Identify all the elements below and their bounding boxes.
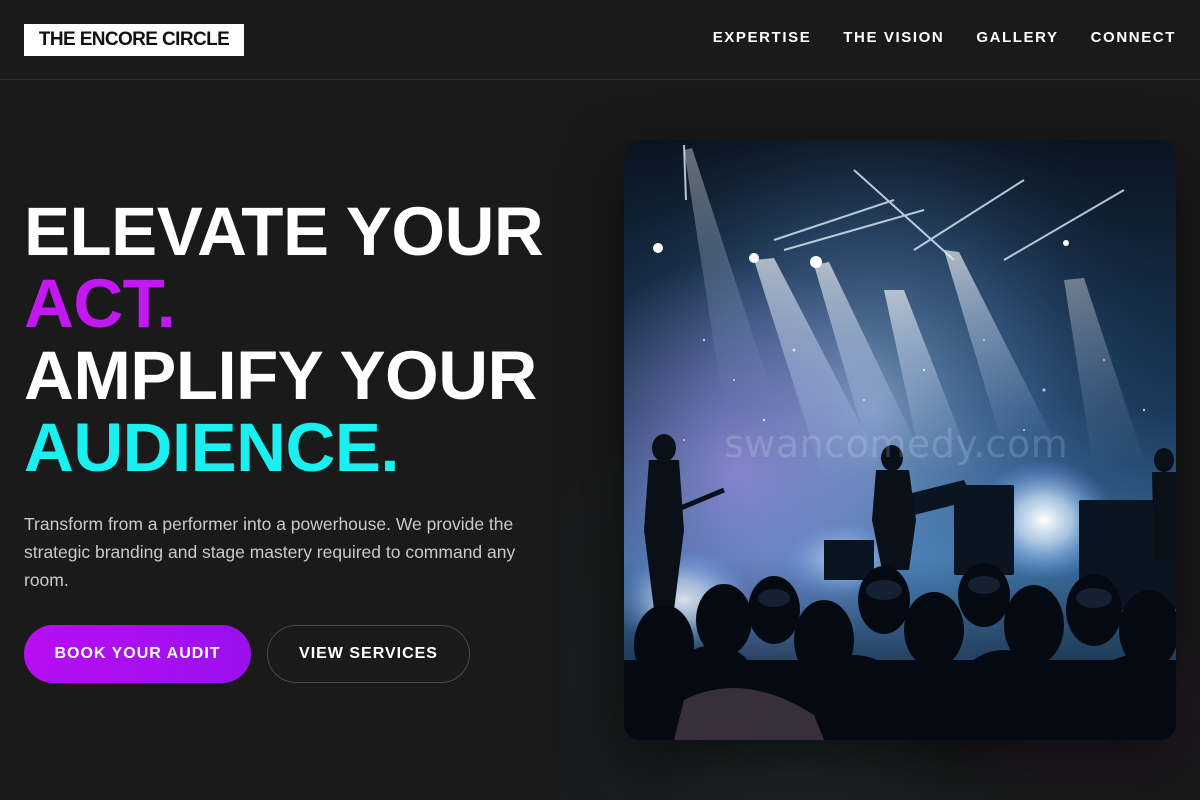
headline-line-3: AMPLIFY YOUR bbox=[24, 337, 537, 414]
headline-line-4: AUDIENCE. bbox=[24, 409, 400, 486]
nav-link-connect[interactable]: CONNECT bbox=[1091, 28, 1176, 48]
headline-line-2: ACT. bbox=[24, 265, 176, 342]
nav-link-expertise[interactable]: EXPERTISE bbox=[713, 28, 812, 48]
site-header: THE ENCORE CIRCLE EXPERTISE THE VISION G… bbox=[0, 0, 1200, 80]
main-nav: EXPERTISE THE VISION GALLERY CONNECT bbox=[713, 28, 1176, 48]
hero-concert-image: swancomedy.com bbox=[624, 140, 1176, 740]
nav-link-the-vision[interactable]: THE VISION bbox=[843, 28, 944, 48]
nav-link-gallery[interactable]: GALLERY bbox=[976, 28, 1058, 48]
hero-headline: ELEVATE YOUR ACT. AMPLIFY YOUR AUDIENCE. bbox=[24, 196, 604, 484]
image-watermark: swancomedy.com bbox=[724, 422, 1069, 466]
book-audit-button[interactable]: BOOK YOUR AUDIT bbox=[24, 625, 251, 683]
hero-subtext: Transform from a performer into a powerh… bbox=[24, 514, 516, 590]
view-services-button[interactable]: VIEW SERVICES bbox=[267, 625, 470, 683]
headline-line-1: ELEVATE YOUR bbox=[24, 193, 544, 270]
brand-logo[interactable]: THE ENCORE CIRCLE bbox=[24, 24, 244, 56]
